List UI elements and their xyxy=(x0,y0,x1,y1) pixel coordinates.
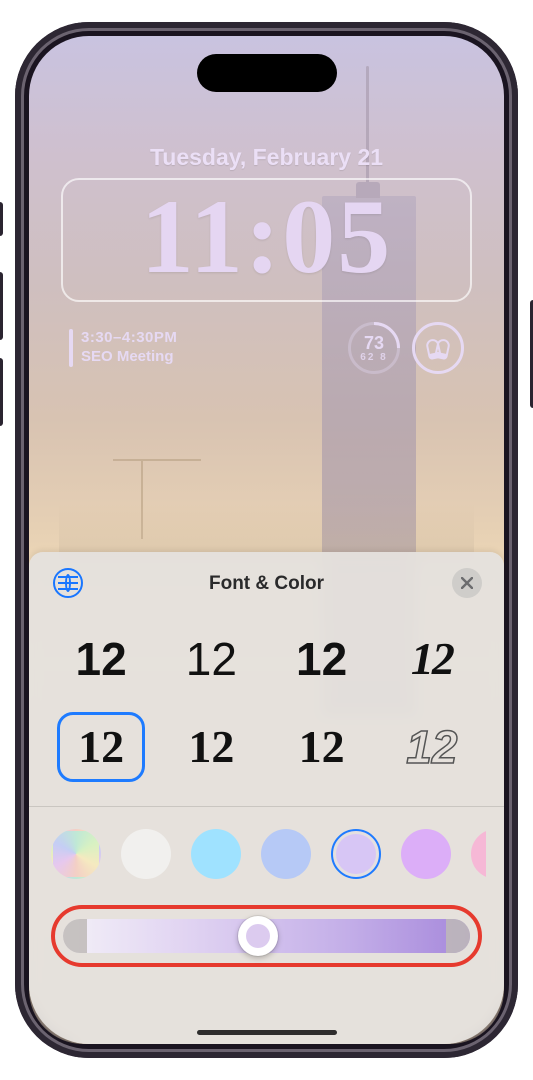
font-grid: 12 12 12 12 12 12 12 12 xyxy=(47,612,486,806)
color-swatch-sky[interactable] xyxy=(191,829,241,879)
home-indicator[interactable] xyxy=(197,1030,337,1035)
calendar-accent-bar xyxy=(69,329,73,367)
font-option-slab-bold[interactable]: 12 xyxy=(167,712,255,782)
airpods-icon xyxy=(427,339,449,357)
weather-widget[interactable]: 73 62 8 xyxy=(344,318,404,378)
font-option-outline[interactable]: 12 xyxy=(388,712,476,782)
lockscreen-clock-area[interactable]: 11:05 xyxy=(61,178,472,302)
screen: Tuesday, February 21 11:05 3:30–4:30PM S… xyxy=(29,36,504,1044)
lockscreen-time[interactable]: 11:05 xyxy=(71,184,462,290)
weather-high: 8 xyxy=(380,352,388,363)
color-swatch-peri[interactable] xyxy=(261,829,311,879)
font-option-serif-black[interactable]: 12 xyxy=(57,712,145,782)
weather-low: 62 xyxy=(360,352,375,363)
lockscreen-widgets[interactable]: 3:30–4:30PM SEO Meeting 73 62 8 xyxy=(69,318,464,378)
font-option-serif-reg[interactable]: 12 xyxy=(278,712,366,782)
close-icon xyxy=(461,577,473,589)
font-color-sheet: Font & Color 12 12 12 12 12 12 12 12 xyxy=(29,552,504,1044)
calendar-widget[interactable]: 3:30–4:30PM SEO Meeting xyxy=(69,329,177,367)
font-option-rounded[interactable]: 12 xyxy=(278,624,366,694)
color-intensity-slider[interactable] xyxy=(63,919,470,953)
iphone-frame: Tuesday, February 21 11:05 3:30–4:30PM S… xyxy=(15,22,518,1058)
airpods-widget[interactable] xyxy=(412,322,464,374)
color-swatch-white[interactable] xyxy=(121,829,171,879)
color-row[interactable] xyxy=(47,807,486,887)
font-option-sans-light[interactable]: 12 xyxy=(167,624,255,694)
highlight-slider-annotation xyxy=(51,905,482,967)
close-button[interactable] xyxy=(452,568,482,598)
font-option-stencil[interactable]: 12 xyxy=(388,624,476,694)
weather-ring-icon xyxy=(348,322,400,374)
lockscreen-date[interactable]: Tuesday, February 21 xyxy=(29,144,504,171)
font-option-sans-bold[interactable]: 12 xyxy=(57,624,145,694)
color-swatch-lilac[interactable] xyxy=(331,829,381,879)
color-swatch-pink[interactable] xyxy=(471,829,486,879)
sheet-title: Font & Color xyxy=(209,573,324,595)
color-swatch-violet[interactable] xyxy=(401,829,451,879)
dynamic-island xyxy=(197,54,337,92)
slider-thumb[interactable] xyxy=(238,916,278,956)
globe-icon[interactable] xyxy=(53,568,83,598)
color-swatch-spectrum[interactable] xyxy=(51,829,101,879)
calendar-title: SEO Meeting xyxy=(81,348,177,367)
calendar-time: 3:30–4:30PM xyxy=(81,329,177,348)
